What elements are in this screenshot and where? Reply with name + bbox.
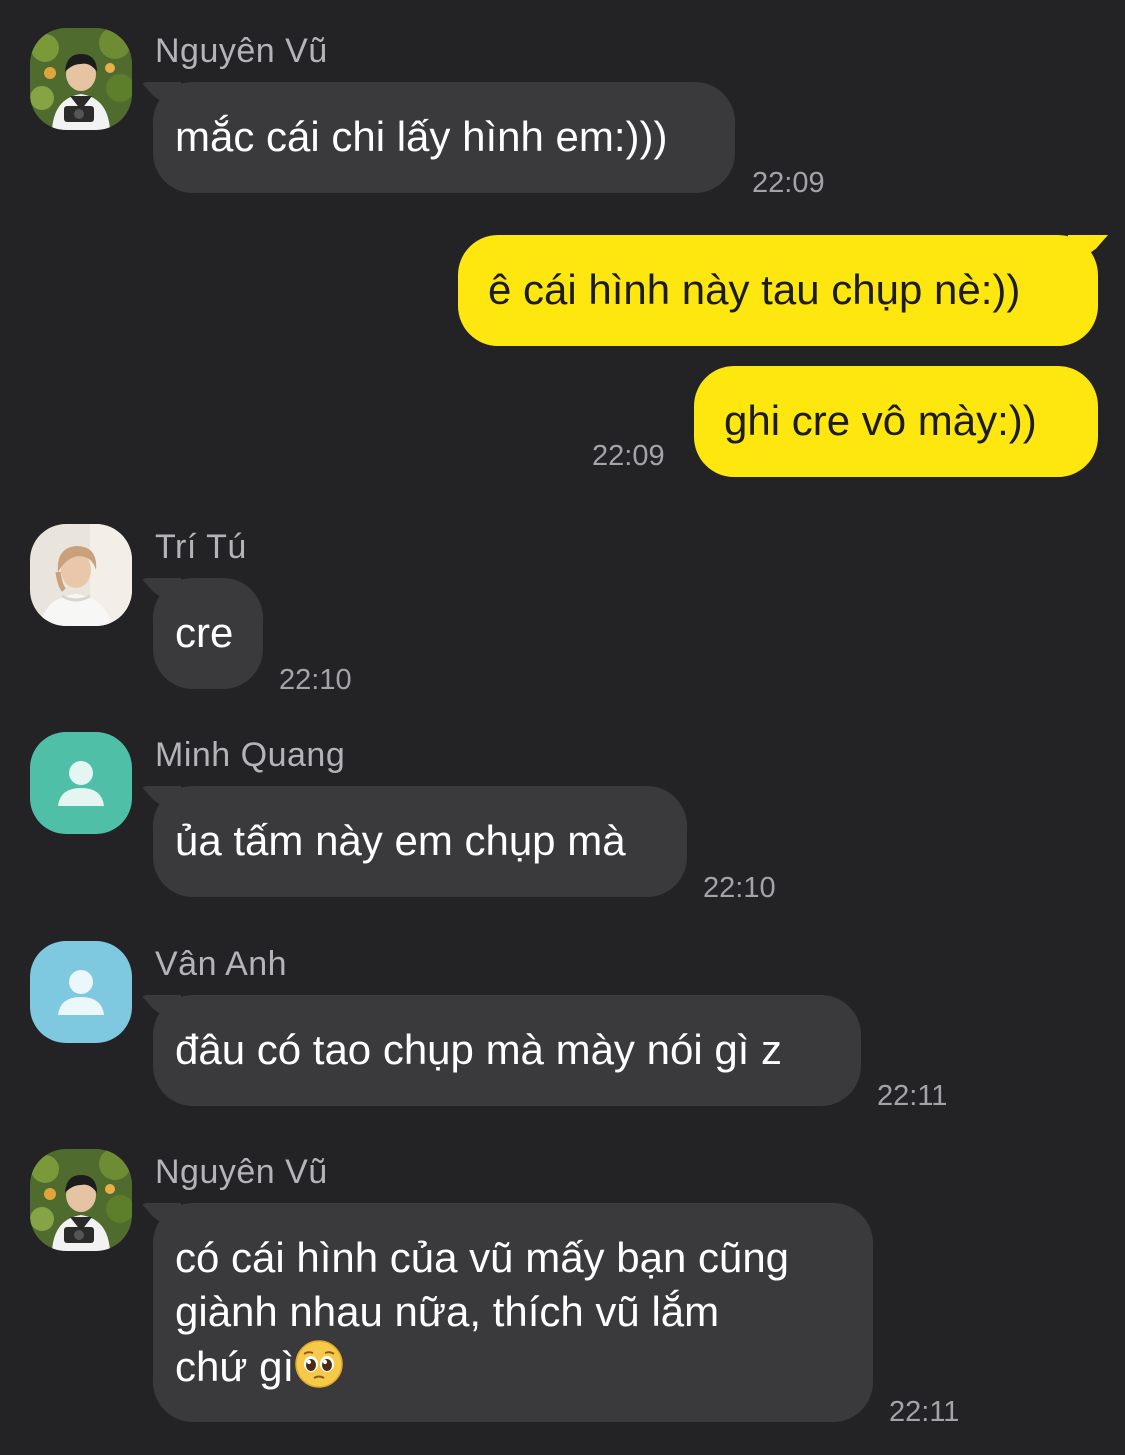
message-text-line: chứ gì xyxy=(175,1343,295,1390)
outgoing-message-bubble[interactable]: ghi cre vô mày:)) xyxy=(694,366,1098,477)
avatar-tri-tu[interactable] xyxy=(30,524,132,626)
sender-name: Nguyên Vũ xyxy=(155,1153,328,1191)
chat-thread[interactable]: Nguyên Vũ mắc cái chi lấy hình em:))) 22… xyxy=(0,0,1125,1455)
message-text: cre xyxy=(175,609,234,656)
message-time: 22:09 xyxy=(592,440,665,472)
message-bubble[interactable]: đâu có tao chụp mà mày nói gì z xyxy=(153,995,861,1106)
avatar-minh-quang[interactable] xyxy=(30,732,132,834)
message-text-line: giành nhau nữa, thích vũ lắm xyxy=(175,1288,720,1335)
message-time: 22:10 xyxy=(703,872,776,904)
message-bubble[interactable]: có cái hình của vũ mấy bạn cũng giành nh… xyxy=(153,1203,873,1422)
message-text: mắc cái chi lấy hình em:))) xyxy=(175,113,668,160)
sender-name: Vân Anh xyxy=(155,945,288,983)
avatar-nguyen-vu[interactable] xyxy=(30,28,132,130)
outgoing-message-bubble[interactable]: ê cái hình này tau chụp nè:)) xyxy=(458,235,1098,346)
message-text-line: có cái hình của vũ mấy bạn cũng xyxy=(175,1234,790,1281)
message-bubble[interactable]: cre xyxy=(153,578,263,689)
message-time: 22:09 xyxy=(752,167,825,199)
message-text: ê cái hình này tau chụp nè:)) xyxy=(488,266,1021,313)
message-text: đâu có tao chụp mà mày nói gì z xyxy=(175,1026,783,1073)
sender-name: Trí Tú xyxy=(155,528,247,566)
avatar-van-anh[interactable] xyxy=(30,941,132,1043)
message-time: 22:10 xyxy=(279,664,352,696)
pleading-face-emoji-icon xyxy=(294,1339,344,1389)
sender-name: Nguyên Vũ xyxy=(155,32,328,70)
message-bubble[interactable]: ủa tấm này em chụp mà xyxy=(153,786,687,897)
message-text: ghi cre vô mày:)) xyxy=(724,397,1037,444)
message-time: 22:11 xyxy=(889,1396,960,1428)
avatar-nguyen-vu[interactable] xyxy=(30,1149,132,1251)
sender-name: Minh Quang xyxy=(155,736,346,774)
message-time: 22:11 xyxy=(877,1080,948,1112)
message-bubble[interactable]: mắc cái chi lấy hình em:))) xyxy=(153,82,735,193)
message-text: ủa tấm này em chụp mà xyxy=(175,817,626,864)
